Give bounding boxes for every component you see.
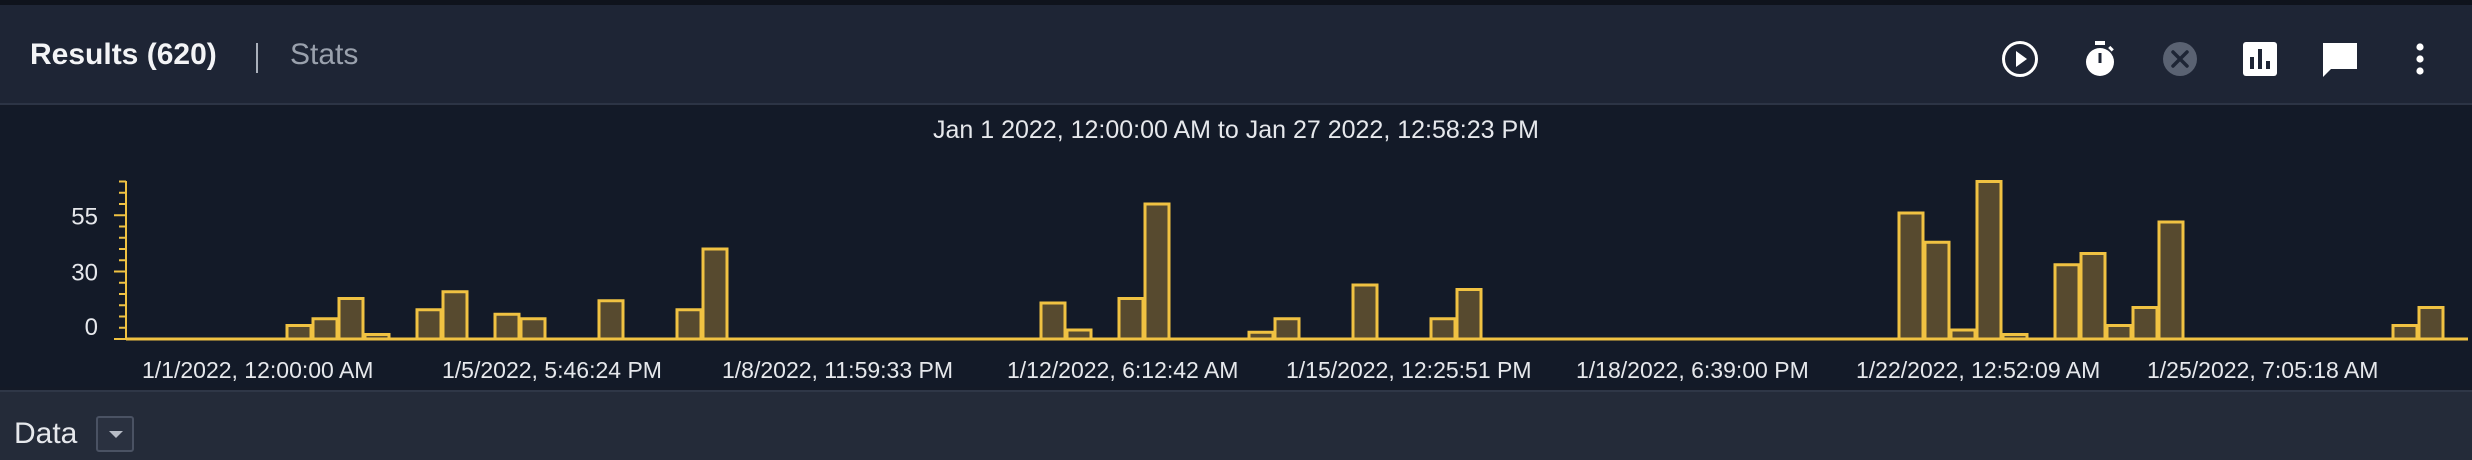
histogram-bar[interactable] (1897, 211, 1925, 341)
histogram-bar[interactable] (675, 308, 703, 341)
histogram-bar[interactable] (597, 299, 625, 341)
data-dropdown[interactable] (96, 416, 134, 452)
tab-results[interactable]: Results (620) (30, 35, 217, 75)
histogram-bar[interactable] (2157, 220, 2185, 341)
x-tick-label: 1/22/2022, 12:52:09 AM (1856, 357, 2100, 383)
chart-title: Jan 1 2022, 12:00:00 AM to Jan 27 2022, … (933, 116, 1539, 144)
histogram-bar[interactable] (415, 308, 443, 341)
histogram-bar[interactable] (1923, 240, 1951, 341)
x-tick-label: 1/8/2022, 11:59:33 PM (722, 357, 953, 383)
tab-separator (256, 43, 258, 73)
data-footer: Data (0, 390, 2472, 460)
histogram-bar[interactable] (2391, 324, 2419, 341)
x-tick-label: 1/15/2022, 12:25:51 PM (1286, 357, 1532, 383)
bar-chart-icon[interactable] (2240, 39, 2280, 79)
caret-down-icon (109, 431, 123, 438)
histogram-bar[interactable] (311, 317, 339, 341)
histogram-bar[interactable] (2417, 306, 2445, 341)
histogram-panel: Jan 1 2022, 12:00:00 AM to Jan 27 2022, … (0, 107, 2472, 387)
stopwatch-icon[interactable] (2080, 39, 2120, 79)
tab-stats[interactable]: Stats (290, 35, 358, 75)
histogram-bar[interactable] (1143, 202, 1171, 341)
cancel-circle-icon (2160, 39, 2200, 79)
x-tick-label: 1/18/2022, 6:39:00 PM (1576, 357, 1809, 383)
x-tick-label: 1/12/2022, 6:12:42 AM (1007, 357, 1238, 383)
x-tick-label: 1/25/2022, 7:05:18 AM (2147, 357, 2378, 383)
histogram-bar[interactable] (2053, 263, 2081, 341)
x-tick-label: 1/5/2022, 5:46:24 PM (442, 357, 662, 383)
x-axis: 1/1/2022, 12:00:00 AM 1/5/2022, 5:46:24 P… (126, 337, 2468, 383)
y-tick-label: 55 (71, 203, 98, 230)
histogram-bar[interactable] (1351, 283, 1379, 341)
play-circle-icon[interactable] (2000, 39, 2040, 79)
histogram-bar[interactable] (1117, 297, 1145, 341)
histogram-bar[interactable] (1039, 301, 1067, 341)
histogram-bar[interactable] (1429, 317, 1457, 341)
histogram-bar[interactable] (493, 312, 521, 341)
comment-icon[interactable] (2320, 39, 2360, 79)
y-axis: 55 30 0 (71, 180, 127, 341)
histogram-bar[interactable] (519, 317, 547, 341)
histogram-bar[interactable] (2105, 324, 2133, 341)
histogram-bar[interactable] (285, 324, 313, 341)
y-tick-label: 30 (71, 260, 98, 287)
histogram-bars (285, 180, 2445, 341)
histogram-bar[interactable] (1273, 317, 1301, 341)
histogram-bar[interactable] (2079, 252, 2107, 341)
histogram-bar[interactable] (2131, 306, 2159, 341)
histogram-bar[interactable] (701, 247, 729, 341)
histogram-chart: Jan 1 2022, 12:00:00 AM to Jan 27 2022, … (71, 116, 2468, 383)
histogram-bar[interactable] (441, 290, 469, 341)
x-tick-label: 1/1/2022, 12:00:00 AM (142, 357, 373, 383)
histogram-bar[interactable] (1975, 180, 2003, 341)
more-vertical-icon[interactable] (2400, 39, 2440, 79)
y-tick-label: 0 (85, 314, 98, 341)
histogram-bar[interactable] (1455, 288, 1483, 341)
histogram-bar[interactable] (337, 297, 365, 341)
results-header: Results (620) Stats (0, 5, 2472, 105)
data-label: Data (14, 417, 78, 450)
